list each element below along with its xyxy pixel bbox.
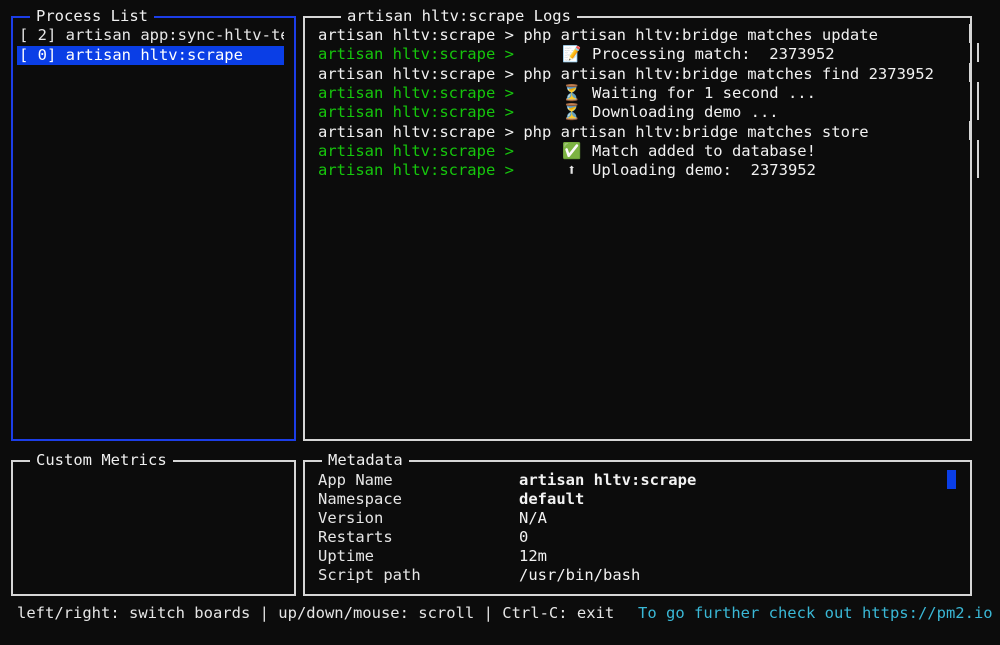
metadata-scrollbar[interactable] xyxy=(947,470,956,489)
hourglass-icon: ⏳ xyxy=(561,103,582,122)
meta-value-uptime: 12m xyxy=(519,547,547,565)
log-prefix: artisan hltv:scrape > xyxy=(318,26,524,44)
custom-metrics-title: Custom Metrics xyxy=(30,451,173,470)
footer-help-text: left/right: switch boards | up/down/mous… xyxy=(17,604,615,622)
log-edge-bar xyxy=(977,139,979,159)
log-text: php artisan hltv:bridge matches update xyxy=(523,26,878,44)
log-edge-bar xyxy=(977,101,979,121)
up-arrow-icon: ⬆ xyxy=(566,161,577,180)
process-item-hltv-scrape[interactable]: [ 0] artisan hltv:scrape xyxy=(17,46,284,65)
custom-metrics-panel[interactable]: Custom Metrics xyxy=(11,451,296,596)
log-line: artisan hltv:scrape > ✅ Match added to d… xyxy=(318,142,816,161)
check-mark-icon: ✅ xyxy=(561,141,582,160)
logs-panel[interactable]: artisan hltv:scrape Logs artisan hltv:sc… xyxy=(303,7,979,441)
meta-key-app-name: App Name xyxy=(318,471,393,489)
meta-key-script-path: Script path xyxy=(318,566,421,584)
meta-value-restarts: 0 xyxy=(519,528,529,546)
log-edge-bar xyxy=(977,43,979,63)
log-line: artisan hltv:scrape > ⏳ Waiting for 1 se… xyxy=(318,84,816,103)
log-text: Downloading demo ... xyxy=(591,103,779,122)
log-prefix: artisan hltv:scrape > xyxy=(318,122,524,141)
metadata-title: Metadata xyxy=(322,451,409,470)
log-edge-bar xyxy=(977,159,979,179)
footer-pm2-link[interactable]: To go further check out https://pm2.io xyxy=(638,604,993,623)
log-text: Waiting for 1 second ... xyxy=(591,83,816,102)
log-edge-bar xyxy=(977,81,979,101)
meta-key-restarts: Restarts xyxy=(318,528,393,546)
process-item-sync-hltv[interactable]: [ 2] artisan app:sync-hltv-te xyxy=(17,26,284,45)
log-line: artisan hltv:scrape > ⬆ Uploading demo: … xyxy=(318,161,816,180)
process-list-title: Process List xyxy=(30,7,154,26)
log-text: php artisan hltv:bridge matches store xyxy=(523,122,869,141)
log-prefix: artisan hltv:scrape > xyxy=(318,45,524,64)
log-edge-bar xyxy=(969,62,971,82)
process-list-panel[interactable]: Process List [ 2] artisan app:sync-hltv-… xyxy=(11,7,296,441)
log-line: artisan hltv:scrape > php artisan hltv:b… xyxy=(318,26,878,45)
log-text: Processing match: 2373952 xyxy=(591,45,835,64)
meta-value-app-name: artisan hltv:scrape xyxy=(519,471,697,489)
log-text: Uploading demo: 2373952 xyxy=(591,161,816,180)
log-prefix: artisan hltv:scrape > xyxy=(318,161,524,180)
meta-key-uptime: Uptime xyxy=(318,547,374,565)
log-line: artisan hltv:scrape > ⏳ Downloading demo… xyxy=(318,103,779,122)
memo-icon: 📝 xyxy=(561,45,582,64)
log-prefix: artisan hltv:scrape > xyxy=(318,103,524,122)
log-edge-bar xyxy=(969,120,971,140)
meta-value-version: N/A xyxy=(519,509,547,527)
log-line: artisan hltv:scrape > php artisan hltv:b… xyxy=(318,65,934,84)
log-edge-bar xyxy=(969,24,971,43)
log-prefix: artisan hltv:scrape > xyxy=(318,83,524,102)
logs-title: artisan hltv:scrape Logs xyxy=(341,7,577,26)
hourglass-icon: ⏳ xyxy=(561,83,582,102)
log-line: artisan hltv:scrape > 📝 Processing match… xyxy=(318,45,835,64)
metadata-panel[interactable]: Metadata App Name artisan hltv:scrape Na… xyxy=(303,451,972,596)
log-text: php artisan hltv:bridge matches find 237… xyxy=(523,64,934,83)
log-prefix: artisan hltv:scrape > xyxy=(318,64,524,83)
meta-value-script-path: /usr/bin/bash xyxy=(519,566,641,584)
log-text: Match added to database! xyxy=(591,141,816,160)
meta-value-namespace: default xyxy=(519,490,585,508)
log-prefix: artisan hltv:scrape > xyxy=(318,141,524,160)
meta-key-namespace: Namespace xyxy=(318,490,402,508)
log-line: artisan hltv:scrape > php artisan hltv:b… xyxy=(318,123,869,142)
meta-key-version: Version xyxy=(318,509,384,527)
